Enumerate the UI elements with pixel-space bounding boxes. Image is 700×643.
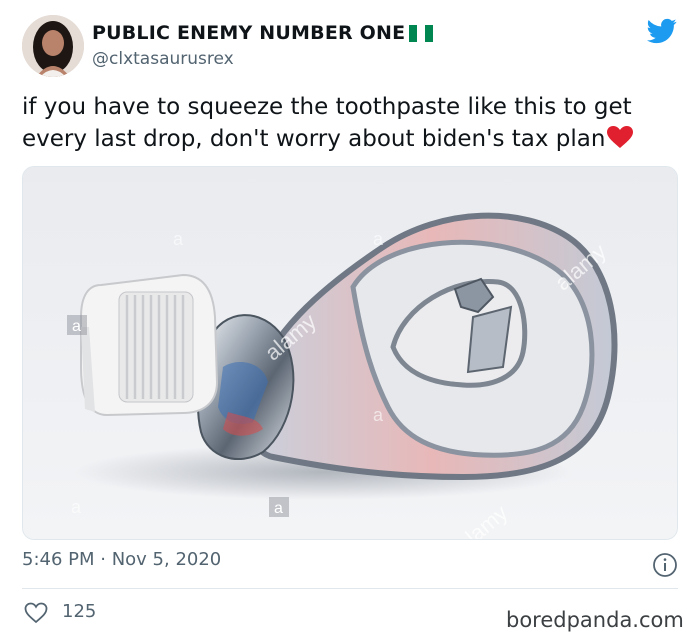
stock-mark: a: [274, 500, 283, 517]
toothpaste-cap: [80, 273, 219, 417]
twitter-bird-icon[interactable]: [645, 16, 679, 46]
stock-mark: a: [71, 497, 82, 517]
stock-mark: a: [373, 229, 384, 249]
avatar-image: [22, 15, 84, 77]
tweet-text-body: if you have to squeeze the toothpaste li…: [22, 94, 632, 152]
tweet-timestamp[interactable]: 5:46 PM · Nov 5, 2020: [22, 549, 221, 570]
tweet-card: PUBLIC ENEMY NUMBER ONE @clxtasaurusrex …: [0, 0, 700, 643]
like-count: 125: [62, 601, 97, 622]
info-icon[interactable]: [652, 552, 678, 578]
divider: [22, 588, 678, 589]
tweet-media-photo[interactable]: a a a alamy alamy a a a alamy: [22, 166, 678, 540]
stock-mark: a: [373, 405, 384, 425]
heart-outline-icon[interactable]: [24, 602, 48, 624]
user-handle[interactable]: @clxtasaurusrex: [92, 49, 234, 69]
display-name[interactable]: PUBLIC ENEMY NUMBER ONE: [92, 22, 434, 44]
nigeria-flag-icon: [409, 24, 434, 42]
display-name-text: PUBLIC ENEMY NUMBER ONE: [92, 22, 406, 44]
red-heart-icon: [607, 126, 634, 148]
toothpaste-tube-photo: a a a alamy alamy a a a alamy: [23, 167, 677, 539]
boredpanda-watermark: boredpanda.com: [506, 608, 684, 632]
avatar[interactable]: [22, 15, 84, 77]
stock-mark: a: [173, 229, 184, 249]
tweet-text: if you have to squeeze the toothpaste li…: [22, 91, 682, 155]
stock-mark: a: [72, 318, 81, 335]
